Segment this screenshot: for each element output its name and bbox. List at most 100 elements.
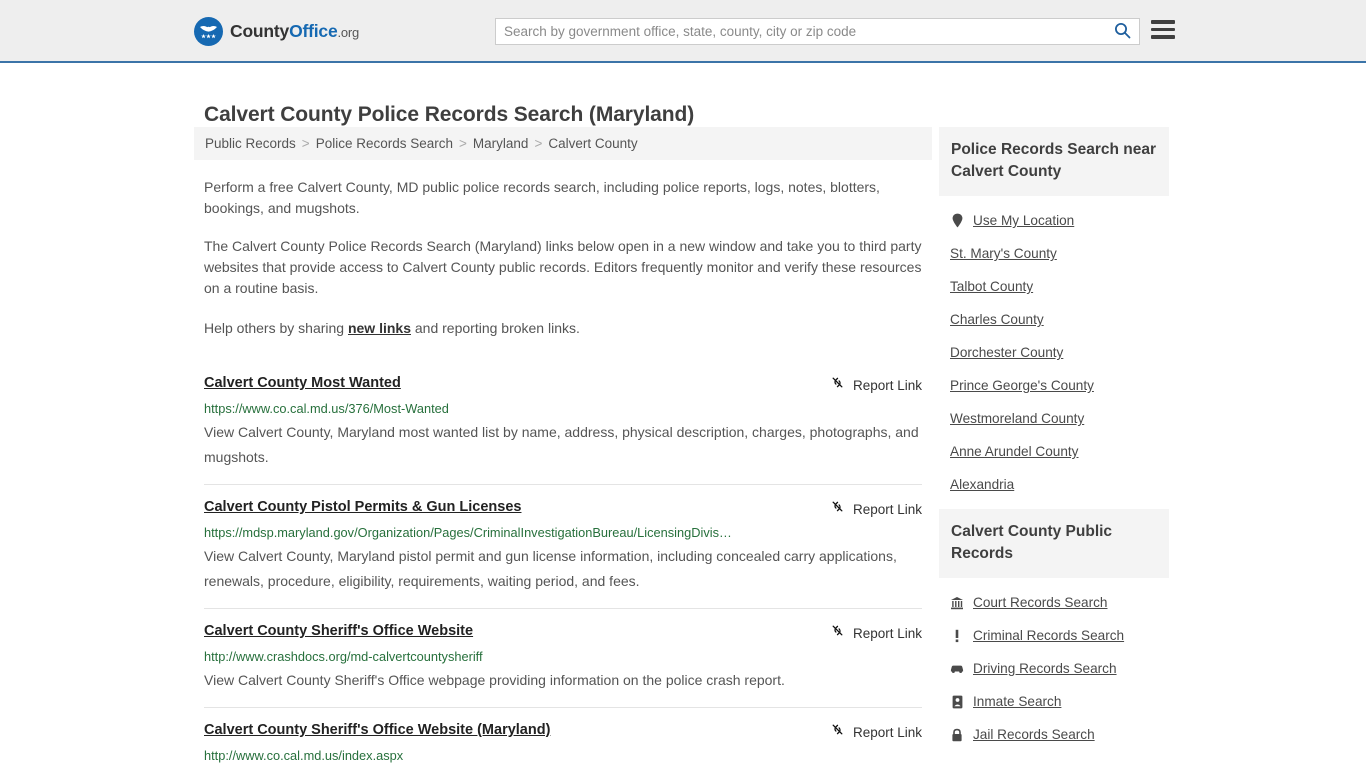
sidebar-item-jail-records-search[interactable]: Jail Records Search <box>939 718 1169 751</box>
report-link-button[interactable]: Report Link <box>830 498 922 519</box>
intro-paragraph-1: Perform a free Calvert County, MD public… <box>204 177 922 219</box>
site-logo[interactable]: CountyOffice.org <box>194 17 359 46</box>
sidebar-item-westmoreland-county[interactable]: Westmoreland County <box>939 402 1169 435</box>
result-description: View Calvert County, Maryland most wante… <box>204 420 922 470</box>
sidebar-item-anne-arundel-county[interactable]: Anne Arundel County <box>939 435 1169 468</box>
sidebar-item-label: St. Mary's County <box>950 246 1057 261</box>
result-title[interactable]: Calvert County Sheriff's Office Website <box>204 622 473 640</box>
broken-link-icon <box>830 499 845 519</box>
sidebar: Police Records Search near Calvert Count… <box>939 127 1169 759</box>
result-description: View Calvert County, Maryland pistol per… <box>204 544 922 594</box>
sidebar-item-use-my-location[interactable]: Use My Location <box>939 204 1169 237</box>
sidebar-item-talbot-county[interactable]: Talbot County <box>939 270 1169 303</box>
intro-paragraph-3-before: Help others by sharing <box>204 320 348 336</box>
page-title: Calvert County Police Records Search (Ma… <box>204 103 694 127</box>
sidebar-nearby-list: Use My Location St. Mary's County Talbot… <box>939 196 1169 501</box>
broken-link-icon <box>830 722 845 742</box>
result-title[interactable]: Calvert County Most Wanted <box>204 374 401 392</box>
sidebar-item-driving-records-search[interactable]: Driving Records Search <box>939 652 1169 685</box>
sidebar-item-label: Talbot County <box>950 279 1033 294</box>
results-list: Calvert County Most Wanted Report Link h… <box>194 361 932 768</box>
sidebar-item-label: Use My Location <box>973 213 1074 228</box>
breadcrumb-item-public-records[interactable]: Public Records <box>205 136 296 151</box>
exclamation-icon <box>950 629 964 643</box>
sidebar-item-label: Charles County <box>950 312 1044 327</box>
breadcrumb: Public Records > Police Records Search >… <box>194 127 932 160</box>
sidebar-nearby-card: Police Records Search near Calvert Count… <box>939 127 1169 501</box>
result-header: Calvert County Sheriff's Office Website … <box>204 622 922 643</box>
breadcrumb-separator: > <box>302 136 310 151</box>
sidebar-item-prince-georges-county[interactable]: Prince George's County <box>939 369 1169 402</box>
sidebar-item-inmate-search[interactable]: Inmate Search <box>939 685 1169 718</box>
result-item: Calvert County Most Wanted Report Link h… <box>204 361 922 484</box>
report-link-label: Report Link <box>853 626 922 641</box>
search-button[interactable] <box>1105 19 1139 44</box>
logo-text-office: Office <box>289 21 337 41</box>
eagle-stars-badge-icon <box>194 17 223 46</box>
id-badge-icon <box>950 695 964 709</box>
result-url[interactable]: https://www.co.cal.md.us/376/Most-Wanted <box>204 401 922 416</box>
sidebar-nearby-heading: Police Records Search near Calvert Count… <box>939 127 1169 196</box>
courthouse-icon <box>950 596 964 610</box>
breadcrumb-item-police-records-search[interactable]: Police Records Search <box>316 136 453 151</box>
result-url[interactable]: https://mdsp.maryland.gov/Organization/P… <box>204 525 922 540</box>
sidebar-item-label: Alexandria <box>950 477 1014 492</box>
result-title[interactable]: Calvert County Pistol Permits & Gun Lice… <box>204 498 521 516</box>
report-link-button[interactable]: Report Link <box>830 374 922 395</box>
map-pin-icon <box>950 213 964 228</box>
result-title[interactable]: Calvert County Sheriff's Office Website … <box>204 721 550 739</box>
sidebar-public-records-card: Calvert County Public Records Court <box>939 509 1169 751</box>
report-link-button[interactable]: Report Link <box>830 622 922 643</box>
breadcrumb-item-calvert-county[interactable]: Calvert County <box>548 136 637 151</box>
intro-paragraph-3: Help others by sharing new links and rep… <box>204 318 922 339</box>
report-link-label: Report Link <box>853 378 922 393</box>
logo-text-county: County <box>230 21 289 41</box>
lock-icon <box>950 728 964 742</box>
car-icon <box>950 663 964 674</box>
intro-paragraph-3-after: and reporting broken links. <box>411 320 580 336</box>
result-header: Calvert County Most Wanted Report Link <box>204 374 922 395</box>
main-content: Public Records > Police Records Search >… <box>194 127 932 768</box>
search-input[interactable] <box>496 19 1105 44</box>
breadcrumb-separator: > <box>459 136 467 151</box>
result-description: View Calvert County Sheriff's Office web… <box>204 668 922 693</box>
new-links-link[interactable]: new links <box>348 320 411 336</box>
hamburger-menu-icon[interactable] <box>1151 20 1175 39</box>
sidebar-item-criminal-records-search[interactable]: Criminal Records Search <box>939 619 1169 652</box>
result-item: Calvert County Pistol Permits & Gun Lice… <box>204 484 922 608</box>
sidebar-item-court-records-search[interactable]: Court Records Search <box>939 586 1169 619</box>
sidebar-item-label: Westmoreland County <box>950 411 1084 426</box>
breadcrumb-separator: > <box>534 136 542 151</box>
broken-link-icon <box>830 375 845 395</box>
result-url[interactable]: http://www.co.cal.md.us/index.aspx <box>204 748 922 763</box>
result-item: Calvert County Sheriff's Office Website … <box>204 608 922 707</box>
sidebar-item-label: Dorchester County <box>950 345 1063 360</box>
search-bar <box>495 18 1140 45</box>
sidebar-item-label: Inmate Search <box>973 694 1061 709</box>
sidebar-item-label: Anne Arundel County <box>950 444 1078 459</box>
breadcrumb-item-maryland[interactable]: Maryland <box>473 136 529 151</box>
search-icon <box>1114 22 1131 42</box>
intro-text: Perform a free Calvert County, MD public… <box>194 177 932 339</box>
sidebar-item-label: Court Records Search <box>973 595 1107 610</box>
sidebar-item-alexandria[interactable]: Alexandria <box>939 468 1169 501</box>
sidebar-item-charles-county[interactable]: Charles County <box>939 303 1169 336</box>
sidebar-public-records-heading: Calvert County Public Records <box>939 509 1169 578</box>
result-header: Calvert County Sheriff's Office Website … <box>204 721 922 742</box>
result-header: Calvert County Pistol Permits & Gun Lice… <box>204 498 922 519</box>
result-url[interactable]: http://www.crashdocs.org/md-calvertcount… <box>204 649 922 664</box>
sidebar-public-records-list: Court Records Search Criminal Records Se… <box>939 578 1169 751</box>
report-link-label: Report Link <box>853 725 922 740</box>
result-item: Calvert County Sheriff's Office Website … <box>204 707 922 768</box>
sidebar-item-st-marys-county[interactable]: St. Mary's County <box>939 237 1169 270</box>
sidebar-item-dorchester-county[interactable]: Dorchester County <box>939 336 1169 369</box>
report-link-button[interactable]: Report Link <box>830 721 922 742</box>
sidebar-item-label: Jail Records Search <box>973 727 1095 742</box>
intro-paragraph-2: The Calvert County Police Records Search… <box>204 236 922 299</box>
sidebar-item-label: Driving Records Search <box>973 661 1117 676</box>
logo-text-tld: .org <box>337 25 359 40</box>
broken-link-icon <box>830 623 845 643</box>
report-link-label: Report Link <box>853 502 922 517</box>
site-header: CountyOffice.org <box>0 0 1366 63</box>
sidebar-item-label: Prince George's County <box>950 378 1094 393</box>
